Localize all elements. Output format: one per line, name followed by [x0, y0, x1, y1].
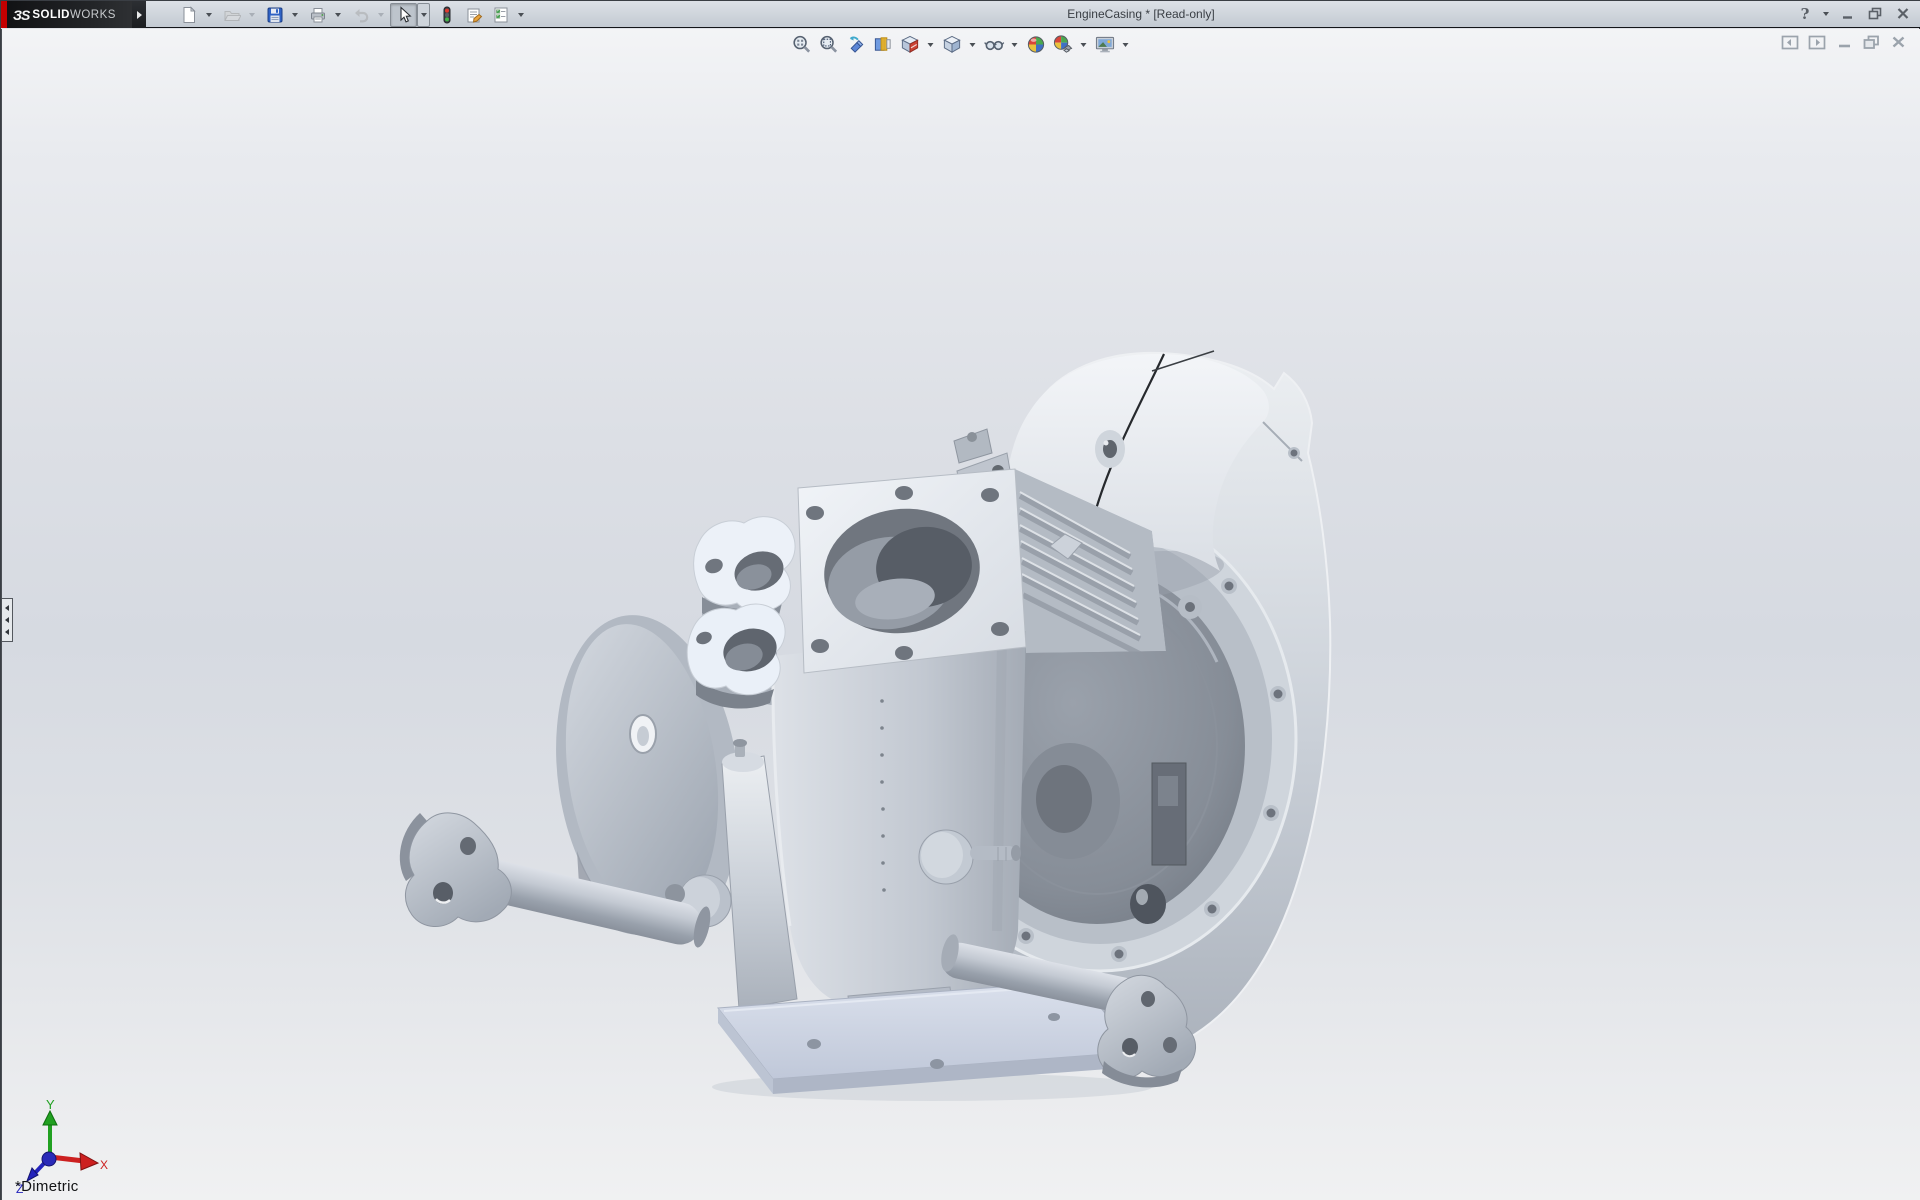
triad-y-label: Y [46, 1097, 55, 1112]
pane-left-button[interactable] [1780, 34, 1800, 50]
select-button[interactable] [390, 3, 417, 27]
minimize-doc-button[interactable] [1834, 34, 1854, 50]
restore-doc-icon [1863, 35, 1880, 50]
open-dropdown[interactable] [245, 3, 258, 27]
model-engine-casing[interactable] [2, 29, 1920, 1200]
left-rod-flange [405, 813, 511, 927]
feature-manager-collapsed-tab[interactable] [2, 598, 13, 642]
collapse-arrow-icon [5, 605, 9, 611]
pane-right-button[interactable] [1807, 34, 1827, 50]
print-icon [309, 6, 327, 24]
document-window-controls [1780, 34, 1908, 50]
collapse-arrow-icon [5, 617, 9, 623]
collapse-arrow-icon [5, 629, 9, 635]
selection-filter-icon [438, 6, 456, 24]
restore-icon [1868, 7, 1883, 20]
help-button[interactable]: ? [1793, 3, 1817, 24]
zoom-to-area-icon [819, 34, 840, 55]
pane-right-icon [1808, 35, 1826, 50]
minimize-button[interactable] [1835, 3, 1859, 24]
solidworks-window: { "window": { "title": "EngineCasing * [… [0, 0, 1920, 1200]
display-style-button[interactable] [940, 32, 965, 57]
new-document-button[interactable] [175, 3, 202, 27]
restore-button[interactable] [1863, 3, 1887, 24]
save-icon [266, 6, 284, 24]
zoom-to-area-button[interactable] [817, 32, 842, 57]
options-dropdown[interactable] [514, 3, 527, 27]
minimize-icon [1841, 8, 1854, 20]
new-document-icon [180, 6, 198, 24]
pane-left-icon [1781, 35, 1799, 50]
new-document-dropdown[interactable] [202, 3, 215, 27]
select-cursor-icon [395, 6, 413, 24]
selection-filter-button[interactable] [433, 3, 460, 27]
section-view-button[interactable] [871, 32, 896, 57]
previous-view-icon [846, 34, 867, 55]
hide-show-items-icon [984, 34, 1005, 55]
apply-scene-dropdown[interactable] [1078, 32, 1089, 57]
close-doc-button[interactable] [1888, 34, 1908, 50]
solidworks-logo: ЗS SOLIDWORKS [1, 1, 132, 28]
view-settings-dropdown[interactable] [1120, 32, 1131, 57]
close-icon [1896, 7, 1910, 20]
logo-text-light: WORKS [70, 9, 116, 21]
file-properties-icon [465, 6, 483, 24]
title-bar[interactable]: ЗS SOLIDWORKS [1, 1, 1920, 28]
help-dropdown[interactable] [1821, 3, 1831, 24]
display-style-dropdown[interactable] [967, 32, 978, 57]
close-doc-icon [1891, 35, 1906, 49]
options-button[interactable] [487, 3, 514, 27]
print-button[interactable] [304, 3, 331, 27]
view-settings-button[interactable] [1093, 32, 1118, 57]
hide-show-items-dropdown[interactable] [1009, 32, 1020, 57]
view-orientation-dropdown[interactable] [925, 32, 936, 57]
flyout-arrow-icon [137, 11, 142, 19]
window-controls: ? [1793, 3, 1915, 24]
previous-view-button[interactable] [844, 32, 869, 57]
hide-show-items-button[interactable] [982, 32, 1007, 57]
undo-icon [352, 6, 370, 24]
cylinder-mount-face[interactable] [798, 469, 1026, 673]
zoom-to-fit-button[interactable] [790, 32, 815, 57]
open-folder-icon [223, 6, 241, 24]
open-button[interactable] [218, 3, 245, 27]
logo-text-bold: SOLID [32, 9, 70, 21]
apply-scene-icon [1053, 34, 1074, 55]
file-properties-button[interactable] [460, 3, 487, 27]
print-dropdown[interactable] [331, 3, 344, 27]
edit-appearance-icon [1026, 34, 1047, 55]
pivot-bolt [970, 846, 1016, 860]
menu-flyout-button[interactable] [132, 1, 146, 28]
heads-up-view-toolbar [790, 32, 1133, 57]
undo-button[interactable] [347, 3, 374, 27]
section-view-icon [873, 34, 894, 55]
close-button[interactable] [1891, 3, 1915, 24]
zoom-to-fit-icon [792, 34, 813, 55]
save-dropdown[interactable] [288, 3, 301, 27]
view-orientation-icon [900, 34, 921, 55]
restore-doc-button[interactable] [1861, 34, 1881, 50]
select-dropdown[interactable] [417, 3, 430, 27]
logo-glyph: ЗS [13, 7, 29, 23]
graphics-viewport[interactable]: Y X Z *Dimetric [1, 29, 1920, 1200]
save-button[interactable] [261, 3, 288, 27]
view-settings-icon [1095, 34, 1116, 55]
logo-accent-stripe [1, 1, 7, 28]
apply-scene-button[interactable] [1051, 32, 1076, 57]
triad-x-label: X [100, 1158, 108, 1172]
view-orientation-button[interactable] [898, 32, 923, 57]
undo-dropdown[interactable] [374, 3, 387, 27]
minimize-doc-icon [1837, 35, 1852, 49]
view-orientation-label: *Dimetric [15, 1178, 79, 1195]
display-style-icon [942, 34, 963, 55]
edit-appearance-button[interactable] [1024, 32, 1049, 57]
window-title: EngineCasing * [Read-only] [961, 7, 1321, 21]
options-icon [492, 6, 510, 24]
main-toolbar [175, 2, 530, 27]
